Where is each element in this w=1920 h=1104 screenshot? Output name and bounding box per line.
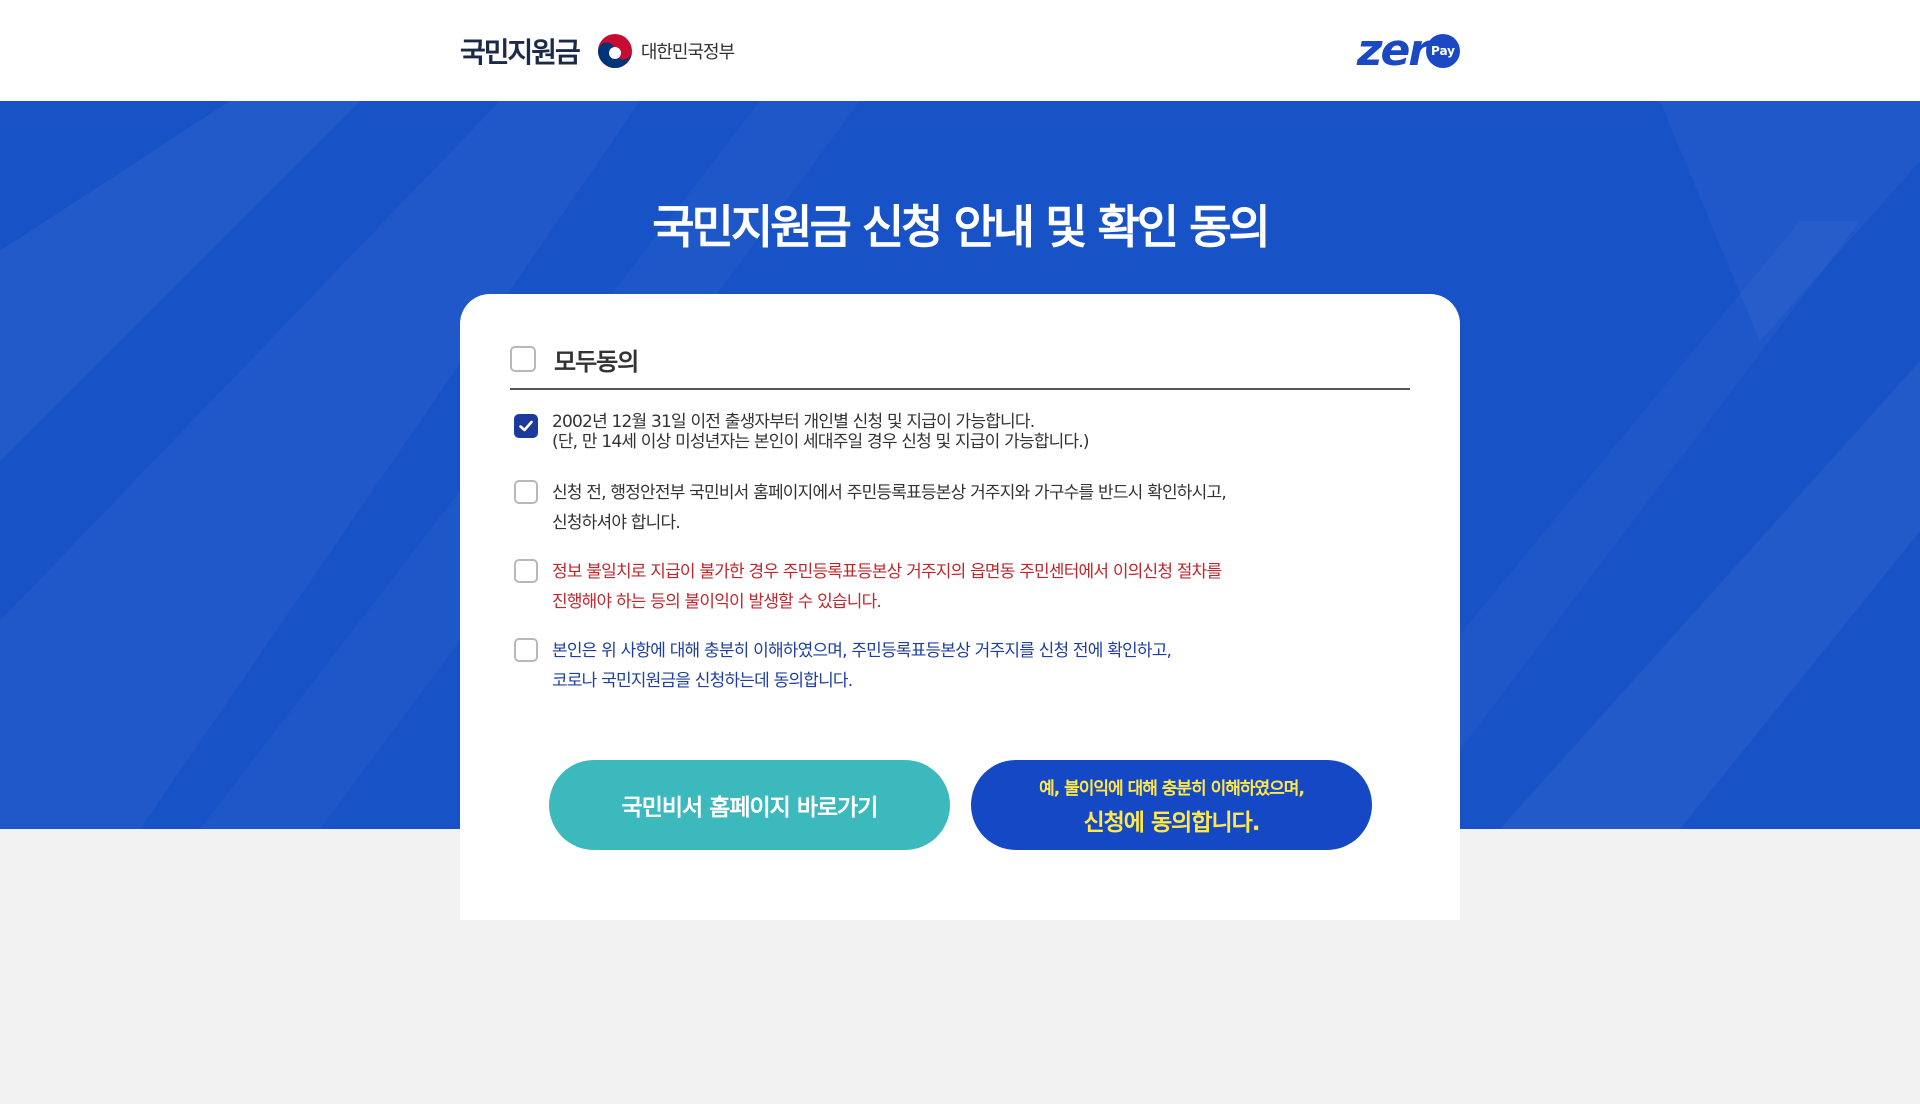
site-header: 국민지원금 대한민국정부 zer Pay [0, 0, 1920, 101]
brand-title: 국민지원금 [460, 35, 581, 69]
consent-checkbox-address-check[interactable] [514, 480, 538, 504]
consent-item-mismatch-warning[interactable]: 정보 불일치로 지급이 불가한 경우 주민등록표등본상 거주지의 읍면동 주민센… [514, 557, 1394, 617]
consent-text-line: 본인은 위 사항에 대해 충분히 이해하였으며, 주민등록표등본상 거주지를 신… [552, 641, 1172, 661]
zeropay-pay-badge: Pay [1426, 33, 1460, 68]
consent-item-eligibility[interactable]: 2002년 12월 31일 이전 출생자부터 개인별 신청 및 지급이 가능합니… [514, 412, 1394, 452]
consent-text-line: 진행해야 하는 등의 불이익이 발생할 수 있습니다. [552, 592, 882, 612]
consent-card: 모두동의 2002년 12월 31일 이전 출생자부터 개인별 신청 및 지급이… [460, 294, 1460, 920]
consent-text-line: 2002년 12월 31일 이전 출생자부터 개인별 신청 및 지급이 가능합니… [552, 412, 1035, 432]
consent-text-final-agreement: 본인은 위 사항에 대해 충분히 이해하였으며, 주민등록표등본상 거주지를 신… [552, 636, 1172, 696]
consent-text-line: 코로나 국민지원금을 신청하는데 동의합니다. [552, 671, 853, 691]
agree-submit-label-line1: 예, 불이익에 대해 충분히 이해하였으며, [1039, 778, 1305, 799]
consent-checkbox-mismatch-warning[interactable] [514, 559, 538, 583]
page-title: 국민지원금 신청 안내 및 확인 동의 [652, 200, 1271, 254]
homepage-link-label: 국민비서 홈페이지 바로가기 [621, 795, 879, 821]
gov-name: 대한민국정부 [640, 41, 735, 63]
consent-item-address-check[interactable]: 신청 전, 행정안전부 국민비서 홈페이지에서 주민등록표등본상 거주지와 가구… [514, 478, 1394, 538]
gov-mark: 대한민국정부 [597, 33, 735, 69]
zeropay-logo[interactable]: zer Pay [1357, 25, 1460, 76]
consent-text-address-check: 신청 전, 행정안전부 국민비서 홈페이지에서 주민등록표등본상 거주지와 가구… [552, 478, 1227, 538]
agree-submit-button[interactable]: 예, 불이익에 대해 충분히 이해하였으며, 신청에 동의합니다. [971, 760, 1372, 850]
homepage-link-button[interactable]: 국민비서 홈페이지 바로가기 [549, 760, 950, 850]
brand[interactable]: 국민지원금 대한민국정부 [460, 31, 735, 71]
consent-text-line: (단, 만 14세 이상 미성년자는 본인이 세대주일 경우 신청 및 지급이 … [552, 432, 1090, 452]
consent-text-mismatch-warning: 정보 불일치로 지급이 불가한 경우 주민등록표등본상 거주지의 읍면동 주민센… [552, 557, 1222, 617]
consent-text-line: 정보 불일치로 지급이 불가한 경우 주민등록표등본상 거주지의 읍면동 주민센… [552, 562, 1222, 582]
agree-submit-label-line2: 신청에 동의합니다. [1083, 809, 1260, 836]
consent-text-eligibility: 2002년 12월 31일 이전 출생자부터 개인별 신청 및 지급이 가능합니… [552, 412, 1090, 452]
consent-text-line: 신청 전, 행정안전부 국민비서 홈페이지에서 주민등록표등본상 거주지와 가구… [552, 483, 1227, 503]
header-inner: 국민지원금 대한민국정부 zer Pay [460, 0, 1460, 101]
agree-all-row[interactable]: 모두동의 [510, 334, 1410, 384]
agree-all-checkbox[interactable] [510, 346, 536, 372]
taegeuk-emblem-icon [597, 33, 632, 68]
consent-checkbox-eligibility[interactable] [514, 414, 538, 438]
divider [510, 388, 1410, 390]
checkmark-icon [519, 420, 533, 432]
consent-item-final-agreement[interactable]: 본인은 위 사항에 대해 충분히 이해하였으며, 주민등록표등본상 거주지를 신… [514, 636, 1394, 696]
consent-text-line: 신청하셔야 합니다. [552, 513, 681, 533]
consent-checkbox-final-agreement[interactable] [514, 638, 538, 662]
zeropay-logo-text: zer [1356, 25, 1430, 76]
agree-all-label: 모두동의 [554, 347, 639, 376]
